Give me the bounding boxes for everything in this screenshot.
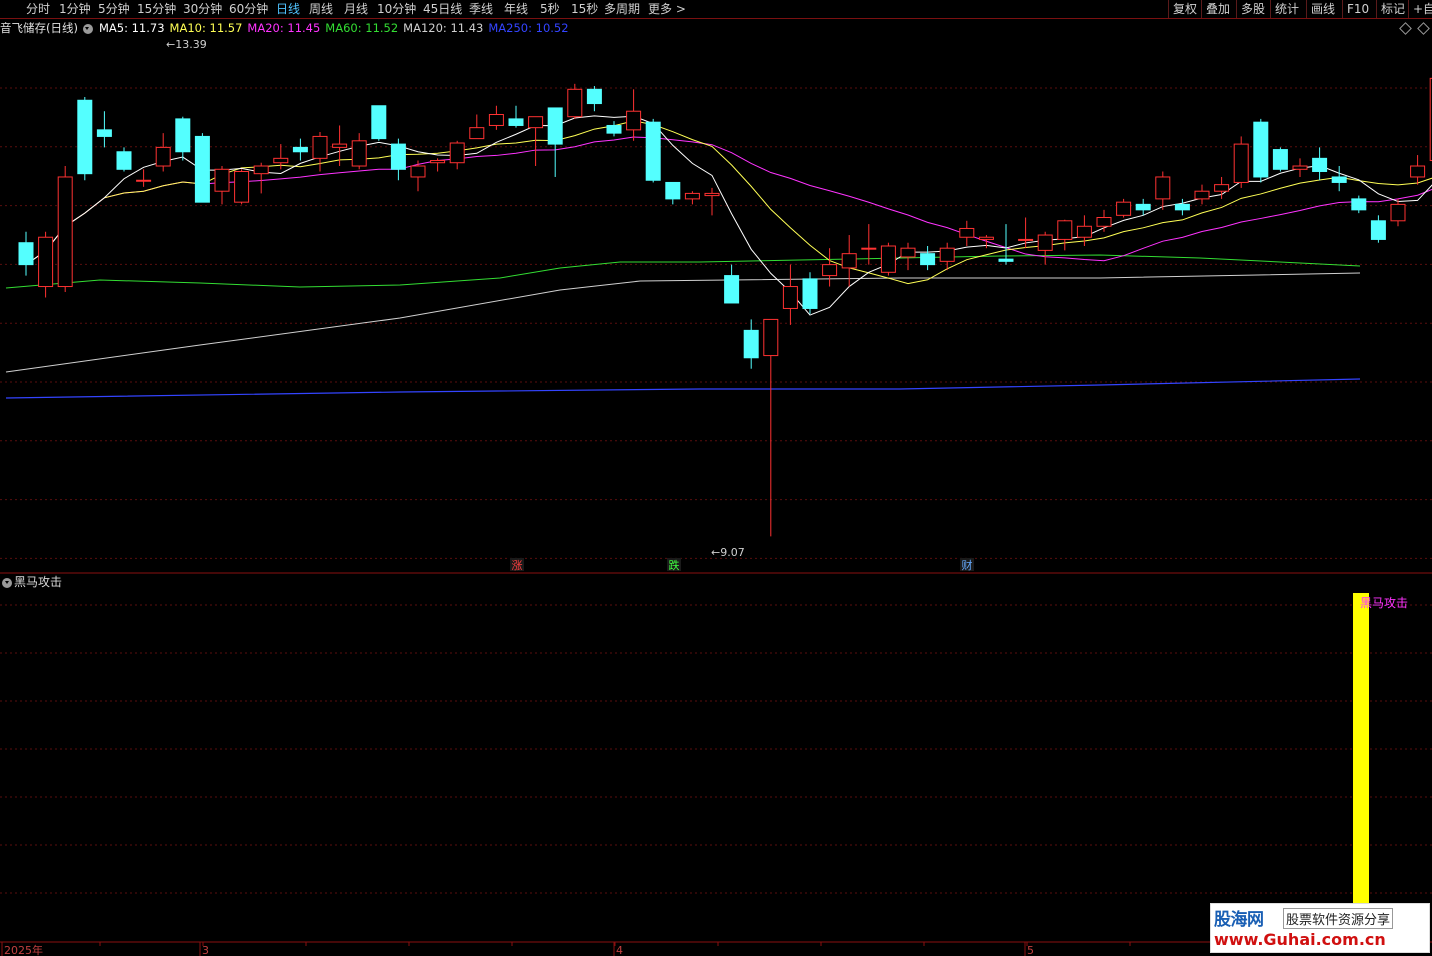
candle-up <box>978 236 994 240</box>
candle-up <box>528 116 544 129</box>
candle-up <box>1194 190 1210 200</box>
watermark-brand: 股海网 <box>1214 910 1264 930</box>
candle-up <box>351 140 367 167</box>
candle-down <box>175 118 191 153</box>
candle-down <box>1174 203 1190 211</box>
candle-up <box>1076 225 1092 238</box>
candle-down <box>1331 176 1347 183</box>
candle-down <box>1312 157 1328 172</box>
candle-up <box>214 168 230 192</box>
candle-down <box>724 275 740 304</box>
candle-down <box>645 121 661 181</box>
candle-down <box>1253 121 1269 178</box>
candle-down <box>743 329 759 359</box>
candle-up <box>822 264 838 277</box>
candle-up <box>861 247 877 250</box>
candle-up <box>1233 143 1249 183</box>
candle-up <box>332 143 348 148</box>
indicator-title: 黑马攻击 <box>0 574 62 590</box>
time-label: 3 <box>202 944 209 956</box>
high-label: ←13.39 <box>166 38 207 51</box>
candle-up <box>57 176 73 288</box>
event-marker: 涨 <box>512 559 523 572</box>
candle-up <box>312 135 328 159</box>
candle-down <box>1370 220 1386 240</box>
candle-up <box>136 179 152 182</box>
candle-down <box>1135 203 1151 211</box>
candle-up <box>430 160 446 164</box>
candle-up <box>253 165 269 175</box>
indicator-name: 黑马攻击 <box>14 575 63 589</box>
candle-up <box>959 227 975 238</box>
candle-down <box>586 88 602 105</box>
candle-down <box>292 146 308 153</box>
indicator-menu-icon[interactable] <box>2 577 12 588</box>
candle-up <box>38 236 54 288</box>
candle-up <box>234 170 250 203</box>
candle-down <box>77 99 93 175</box>
candle-up <box>410 165 426 178</box>
candle-up <box>1155 176 1171 200</box>
ma120-line <box>5 272 1361 373</box>
candle-up <box>684 192 700 200</box>
signal-bar <box>1353 593 1369 941</box>
candle-down <box>508 118 524 126</box>
watermark-logo: 股海网 股票软件资源分享 www.Guhai.com.cn <box>1210 903 1430 953</box>
candle-down <box>1272 149 1288 170</box>
ma60-line <box>5 254 1361 289</box>
event-marker: 财 <box>962 558 973 572</box>
candle-up <box>1018 238 1034 241</box>
candle-down <box>1351 198 1367 211</box>
candle-up <box>939 247 955 262</box>
candle-up <box>1390 203 1406 222</box>
candle-down <box>194 135 210 203</box>
candle-up <box>841 253 857 269</box>
candle-up <box>488 114 504 126</box>
candle-down <box>371 105 387 140</box>
candle-down <box>665 181 681 200</box>
candle-up <box>1037 234 1053 251</box>
time-label: 2025年 <box>4 943 43 956</box>
signal-label: 黑马攻击 <box>1360 596 1408 610</box>
candle-up <box>449 142 465 164</box>
candle-up <box>880 245 896 273</box>
candle-up <box>1116 201 1132 216</box>
candle-down <box>606 124 622 134</box>
candle-up <box>155 146 171 167</box>
candle-down <box>96 129 112 137</box>
candle-up <box>469 127 485 140</box>
candle-up <box>782 286 798 309</box>
event-marker: 跌 <box>669 558 680 572</box>
candle-up <box>1096 217 1112 227</box>
time-label: 4 <box>616 944 623 956</box>
candle-up <box>1292 165 1308 170</box>
kline-chart[interactable]: 2025年 3 4 5 ←13.39 ←9.07 涨 跌 财黑马攻击 <box>0 0 1432 956</box>
candle-up <box>273 157 289 164</box>
candle-down <box>998 258 1014 262</box>
candle-up <box>567 88 583 118</box>
watermark-slogan: 股票软件资源分享 <box>1283 908 1394 929</box>
low-label: ←9.07 <box>711 546 745 559</box>
candle-down <box>547 107 563 145</box>
candle-up <box>1214 184 1230 192</box>
candle-down <box>116 151 132 170</box>
candle-down <box>920 253 936 266</box>
candle-up <box>626 110 642 131</box>
candle-down <box>18 242 34 266</box>
candle-up <box>900 247 916 258</box>
candle-up <box>1410 165 1426 178</box>
candle-down <box>802 278 818 309</box>
candle-down <box>390 143 406 170</box>
candle-up <box>1057 220 1073 240</box>
time-label: 5 <box>1027 944 1034 956</box>
candle-up <box>704 192 720 197</box>
candle-up <box>763 318 779 357</box>
watermark-url: www.Guhai.com.cn <box>1214 930 1386 949</box>
